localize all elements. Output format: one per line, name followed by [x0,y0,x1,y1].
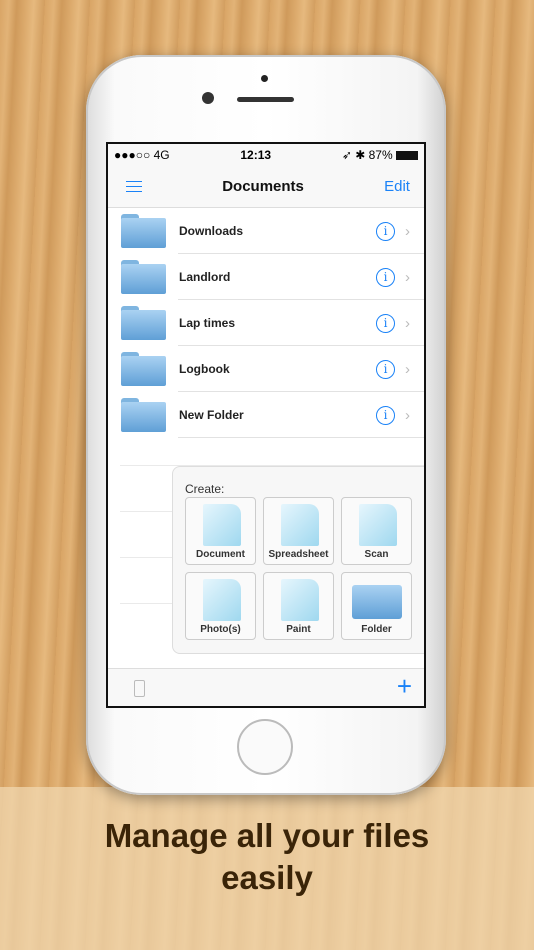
folder-name: Logbook [179,362,230,376]
bottom-toolbar: + [108,668,424,706]
spreadsheet-icon [281,504,319,546]
caption-text: Manage all your files easily [104,817,430,896]
document-icon [203,504,241,546]
battery-percent: 87% [368,148,393,162]
page-title: Documents [222,178,304,195]
info-icon[interactable]: i [376,267,395,287]
folder-icon [121,260,166,294]
create-photos-button[interactable]: Photo(s) [185,572,256,640]
battery-icon [395,151,418,161]
folder-icon [121,214,166,248]
chevron-right-icon: › [405,222,410,240]
info-icon[interactable]: i [376,359,395,379]
tile-label: Spreadsheet [268,549,329,560]
tile-label: Document [196,549,245,560]
sensor [261,75,268,82]
screen: ●●●○○ 4G 12:13 ➶ ✱ 87% Documents Edit Do… [106,142,426,708]
home-button[interactable] [237,719,293,775]
info-icon[interactable]: i [376,221,395,241]
clock: 12:13 [240,148,272,162]
info-icon[interactable]: i [376,313,395,333]
create-folder-button[interactable]: Folder [341,572,412,640]
info-icon[interactable]: i [376,405,395,425]
tile-label: Scan [364,549,389,560]
empty-row [120,438,424,466]
menu-icon[interactable] [126,181,142,192]
chevron-right-icon: › [405,360,410,378]
status-bar: ●●●○○ 4G 12:13 ➶ ✱ 87% [108,144,424,166]
folder-name: Downloads [179,224,244,238]
folder-name: Landlord [179,270,231,284]
speaker [237,97,294,102]
signal: ●●●○○ 4G [114,148,170,162]
folder-icon [121,306,166,340]
tile-label: Photo(s) [200,624,241,635]
front-camera [202,92,214,104]
folder-name: Lap times [179,316,236,330]
folder-name: New Folder [179,408,244,422]
edit-button[interactable]: Edit [384,178,410,195]
create-popover: Create: Document Spreadsheet Scan Photo(… [172,466,424,654]
folder-list: Downloads i › Landlord i › Lap times i ›… [108,208,424,438]
add-icon[interactable]: + [397,671,412,702]
create-label: Create: [185,482,225,496]
photo-icon [203,579,241,621]
create-spreadsheet-button[interactable]: Spreadsheet [263,497,334,565]
battery: ➶ ✱ 87% [342,148,418,162]
folder-icon [121,398,166,432]
chevron-right-icon: › [405,268,410,286]
chevron-right-icon: › [405,314,410,332]
chevron-right-icon: › [405,406,410,424]
create-paint-button[interactable]: Paint [263,572,334,640]
tile-label: Folder [361,624,392,635]
folder-icon [352,585,402,619]
create-document-button[interactable]: Document [185,497,256,565]
create-scan-button[interactable]: Scan [341,497,412,565]
tile-label: Paint [286,624,311,635]
paint-icon [281,579,319,621]
scan-icon [359,504,397,546]
nav-bar: Documents Edit [108,166,424,208]
folder-icon [121,352,166,386]
folder-row[interactable]: Landlord i › [108,254,424,300]
folder-row[interactable]: New Folder i › [108,392,424,438]
folder-row[interactable]: Logbook i › [108,346,424,392]
folder-row[interactable]: Lap times i › [108,300,424,346]
folder-row[interactable]: Downloads i › [108,208,424,254]
device-icon[interactable] [134,680,145,697]
